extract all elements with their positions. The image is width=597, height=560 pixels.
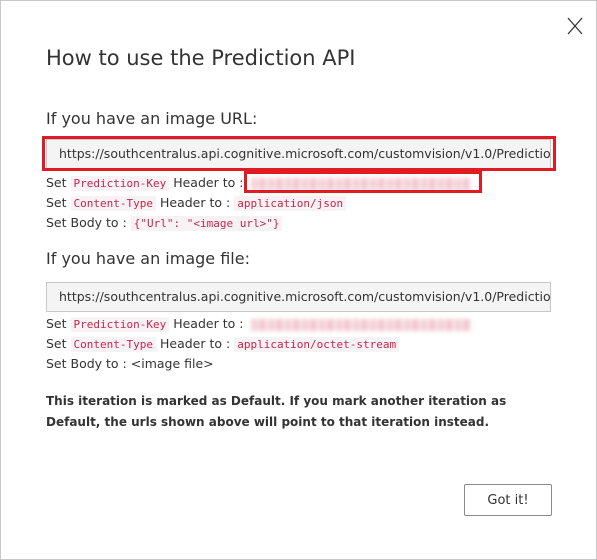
default-iteration-notice: This iteration is marked as Default. If …: [46, 394, 507, 429]
image-file-heading: If you have an image file:: [46, 249, 250, 268]
file-prediction-key-line: Set Prediction-Key Header to :: [46, 315, 472, 333]
prediction-key-value-redacted[interactable]: [251, 318, 472, 331]
image-file-endpoint-field[interactable]: https://southcentralus.api.cognitive.mic…: [46, 282, 551, 312]
set-body-label: Set Body to :: [46, 356, 127, 371]
prediction-api-dialog: How to use the Prediction API If you hav…: [0, 0, 597, 560]
header-to-label: Header to :: [173, 175, 244, 190]
set-label: Set: [46, 195, 67, 210]
file-body-line: Set Body to : <image file>: [46, 355, 214, 373]
body-value: {"Url": "<image url>"}: [130, 216, 283, 231]
set-label: Set: [46, 175, 67, 190]
url-body-line: Set Body to : {"Url": "<image url>"}: [46, 214, 283, 232]
url-content-type-line: Set Content-Type Header to : application…: [46, 194, 347, 212]
close-icon: [565, 15, 585, 37]
file-content-type-line: Set Content-Type Header to : application…: [46, 335, 400, 353]
body-value: <image file>: [130, 356, 214, 371]
prediction-key-header-name: Prediction-Key: [70, 317, 170, 332]
dialog-title: How to use the Prediction API: [46, 46, 356, 70]
content-type-value: application/json: [234, 196, 347, 211]
got-it-button[interactable]: Got it!: [464, 484, 552, 516]
header-to-label: Header to :: [173, 316, 244, 331]
set-label: Set: [46, 336, 67, 351]
set-label: Set: [46, 316, 67, 331]
image-url-heading: If you have an image URL:: [46, 109, 258, 128]
content-type-header-name: Content-Type: [70, 337, 156, 352]
header-to-label: Header to :: [159, 195, 231, 210]
prediction-key-value-redacted[interactable]: [251, 177, 472, 190]
content-type-value: application/octet-stream: [234, 337, 400, 352]
url-prediction-key-line: Set Prediction-Key Header to :: [46, 174, 472, 192]
prediction-key-header-name: Prediction-Key: [70, 176, 170, 191]
image-url-endpoint-field[interactable]: https://southcentralus.api.cognitive.mic…: [46, 139, 551, 169]
content-type-header-name: Content-Type: [70, 196, 156, 211]
set-body-label: Set Body to :: [46, 215, 127, 230]
header-to-label: Header to :: [159, 336, 231, 351]
close-button[interactable]: [565, 15, 585, 37]
